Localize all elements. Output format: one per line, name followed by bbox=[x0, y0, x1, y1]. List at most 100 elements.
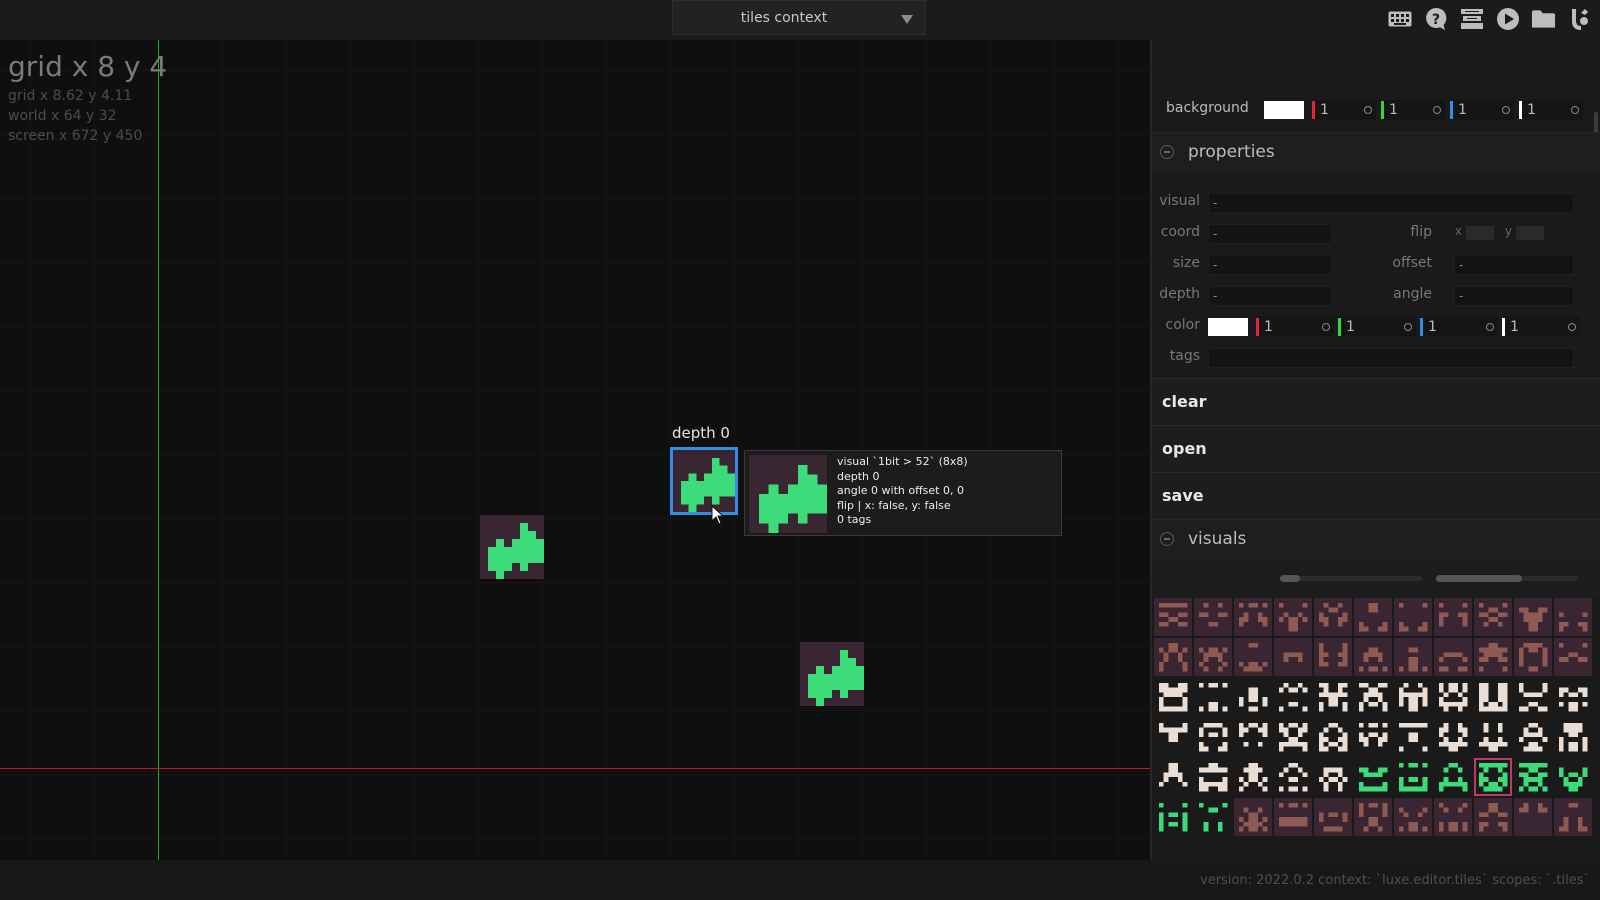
visual-tile[interactable] bbox=[1354, 758, 1392, 796]
visual-tile[interactable] bbox=[1434, 638, 1472, 676]
angle-field[interactable]: - bbox=[1454, 286, 1574, 306]
visual-tile[interactable] bbox=[1274, 798, 1312, 836]
color-channel-b[interactable]: 1 bbox=[1420, 317, 1498, 337]
depth-field[interactable]: - bbox=[1208, 286, 1332, 306]
visual-tile[interactable] bbox=[1554, 758, 1592, 796]
visual-tile[interactable] bbox=[1354, 638, 1392, 676]
visual-tile[interactable] bbox=[1394, 758, 1432, 796]
visual-tile[interactable] bbox=[1234, 798, 1272, 836]
placed-tile[interactable] bbox=[800, 642, 864, 706]
coord-field[interactable]: - bbox=[1208, 224, 1332, 244]
visual-tile[interactable] bbox=[1474, 798, 1512, 836]
slider-thumb[interactable] bbox=[1436, 575, 1522, 582]
keyboard-icon[interactable] bbox=[1387, 6, 1412, 31]
visual-tile[interactable] bbox=[1234, 598, 1272, 636]
visual-tile[interactable] bbox=[1194, 798, 1232, 836]
chevron-down-icon[interactable] bbox=[901, 15, 913, 24]
visual-tile[interactable] bbox=[1154, 798, 1192, 836]
visual-tile[interactable] bbox=[1394, 678, 1432, 716]
visual-tile[interactable] bbox=[1554, 678, 1592, 716]
clear-button[interactable]: clear bbox=[1152, 378, 1600, 425]
visual-tile[interactable] bbox=[1394, 798, 1432, 836]
visuals-zoom-slider[interactable] bbox=[1280, 575, 1422, 582]
offset-field[interactable]: - bbox=[1454, 255, 1574, 275]
layers-icon[interactable] bbox=[1459, 6, 1484, 31]
visual-tile[interactable] bbox=[1434, 798, 1472, 836]
slider-knob-icon[interactable] bbox=[1502, 106, 1510, 114]
context-dropdown[interactable]: tiles context bbox=[672, 0, 926, 35]
color-channel-a[interactable]: 1 bbox=[1502, 317, 1580, 337]
visual-tile[interactable] bbox=[1354, 598, 1392, 636]
color-channel-g[interactable]: 1 bbox=[1338, 317, 1416, 337]
visual-tile[interactable] bbox=[1434, 718, 1472, 756]
placed-tile[interactable] bbox=[480, 515, 544, 579]
visual-tile[interactable] bbox=[1194, 678, 1232, 716]
slider-knob-icon[interactable] bbox=[1486, 323, 1494, 331]
visual-tile[interactable] bbox=[1354, 798, 1392, 836]
visual-tile[interactable] bbox=[1274, 758, 1312, 796]
visual-tile[interactable] bbox=[1394, 718, 1432, 756]
visual-tile[interactable] bbox=[1514, 678, 1552, 716]
color-channel-r[interactable]: 1 bbox=[1256, 317, 1334, 337]
help-icon[interactable]: ? bbox=[1423, 6, 1448, 31]
background-channel-a[interactable]: 1 bbox=[1519, 100, 1583, 120]
visual-tile[interactable] bbox=[1354, 718, 1392, 756]
visual-tile[interactable] bbox=[1554, 598, 1592, 636]
visual-tile[interactable] bbox=[1234, 678, 1272, 716]
slider-knob-icon[interactable] bbox=[1322, 323, 1330, 331]
visual-tile[interactable] bbox=[1514, 718, 1552, 756]
visual-tile[interactable] bbox=[1554, 638, 1592, 676]
visual-tile[interactable] bbox=[1314, 638, 1352, 676]
visual-tile[interactable] bbox=[1234, 758, 1272, 796]
visual-tile[interactable] bbox=[1394, 638, 1432, 676]
visual-tile[interactable] bbox=[1154, 678, 1192, 716]
visual-tile[interactable] bbox=[1274, 638, 1312, 676]
visual-tile[interactable] bbox=[1194, 638, 1232, 676]
slider-knob-icon[interactable] bbox=[1364, 106, 1372, 114]
visual-tile[interactable] bbox=[1314, 678, 1352, 716]
visual-tile[interactable] bbox=[1314, 758, 1352, 796]
visual-tile[interactable] bbox=[1154, 718, 1192, 756]
visual-tile[interactable] bbox=[1514, 798, 1552, 836]
size-field[interactable]: - bbox=[1208, 255, 1332, 275]
slider-knob-icon[interactable] bbox=[1568, 323, 1576, 331]
flip-x-toggle[interactable] bbox=[1466, 226, 1494, 240]
visual-tile[interactable] bbox=[1194, 718, 1232, 756]
visual-tile[interactable] bbox=[1554, 718, 1592, 756]
slider-knob-icon[interactable] bbox=[1571, 106, 1579, 114]
visual-tile[interactable] bbox=[1434, 598, 1472, 636]
visual-tile[interactable] bbox=[1474, 598, 1512, 636]
visual-tile[interactable] bbox=[1474, 678, 1512, 716]
visual-tile[interactable] bbox=[1434, 678, 1472, 716]
background-channel-r[interactable]: 1 bbox=[1312, 100, 1376, 120]
visual-tile[interactable] bbox=[1314, 718, 1352, 756]
visual-tile[interactable] bbox=[1154, 758, 1192, 796]
properties-header[interactable]: properties bbox=[1152, 132, 1600, 173]
visual-tile[interactable] bbox=[1474, 718, 1512, 756]
background-channel-b[interactable]: 1 bbox=[1450, 100, 1514, 120]
visual-tile[interactable] bbox=[1194, 598, 1232, 636]
collapse-icon[interactable] bbox=[1160, 532, 1174, 546]
background-channel-g[interactable]: 1 bbox=[1381, 100, 1445, 120]
visual-tile[interactable] bbox=[1554, 798, 1592, 836]
visual-field[interactable]: - bbox=[1208, 193, 1574, 213]
visual-tile[interactable] bbox=[1514, 638, 1552, 676]
open-button[interactable]: open bbox=[1152, 425, 1600, 472]
visual-tile[interactable] bbox=[1234, 638, 1272, 676]
folder-icon[interactable] bbox=[1531, 6, 1556, 31]
visual-tile[interactable] bbox=[1154, 598, 1192, 636]
luxe-logo-icon[interactable] bbox=[1567, 6, 1592, 31]
background-color-swatch[interactable] bbox=[1264, 101, 1304, 119]
tags-field[interactable] bbox=[1208, 348, 1574, 368]
visual-tile[interactable] bbox=[1514, 598, 1552, 636]
visual-tile[interactable] bbox=[1274, 598, 1312, 636]
visual-tile[interactable] bbox=[1314, 598, 1352, 636]
visual-tile[interactable] bbox=[1154, 638, 1192, 676]
visual-tile[interactable] bbox=[1394, 598, 1432, 636]
visual-tile[interactable] bbox=[1434, 758, 1472, 796]
slider-knob-icon[interactable] bbox=[1433, 106, 1441, 114]
play-icon[interactable] bbox=[1495, 6, 1520, 31]
visual-tile[interactable] bbox=[1314, 798, 1352, 836]
visuals-header[interactable]: visuals bbox=[1152, 519, 1600, 560]
collapse-icon[interactable] bbox=[1160, 145, 1174, 159]
